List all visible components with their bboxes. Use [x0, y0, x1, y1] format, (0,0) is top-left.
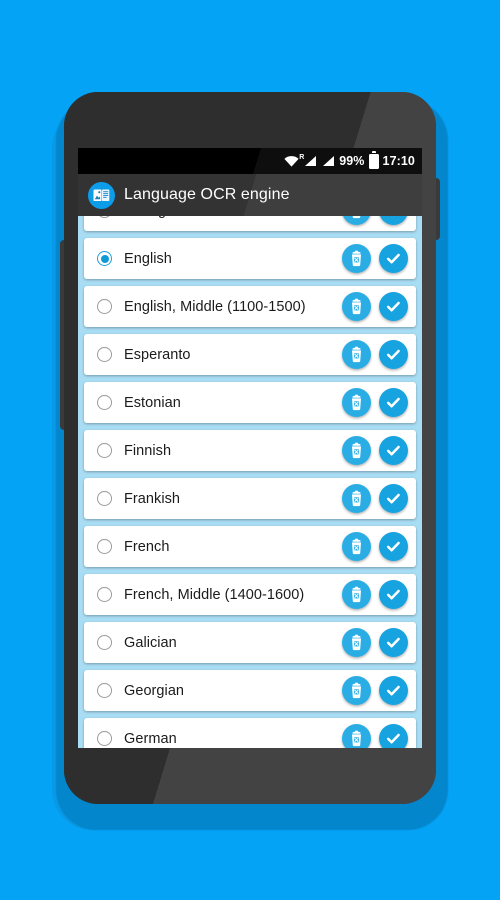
row-actions	[342, 216, 408, 225]
row-actions	[342, 532, 408, 561]
check-confirm-icon[interactable]	[379, 340, 408, 369]
check-confirm-icon[interactable]	[379, 216, 408, 225]
language-ocr-app-icon[interactable]	[88, 181, 115, 209]
status-bar: R 99% 17:10	[78, 148, 422, 174]
language-list[interactable]: Dzongkha English English, Middle (1100-150…	[78, 216, 422, 748]
row-actions	[342, 484, 408, 513]
row-actions	[342, 388, 408, 417]
battery-percent-label: 99%	[339, 154, 365, 168]
check-confirm-icon[interactable]	[379, 628, 408, 657]
row-actions	[342, 436, 408, 465]
language-name-label: French, Middle (1400-1600)	[124, 586, 305, 603]
check-confirm-icon[interactable]	[379, 532, 408, 561]
radio-button[interactable]	[97, 395, 112, 410]
language-name-label: Dzongkha	[124, 216, 342, 219]
phone-device-frame: R 99% 17:10 Language OCR engine English …	[64, 92, 436, 804]
trash-delete-icon[interactable]	[342, 676, 371, 705]
radio-button[interactable]	[97, 491, 112, 506]
language-row[interactable]: Finnish	[84, 430, 416, 471]
check-confirm-icon[interactable]	[379, 388, 408, 417]
radio-button[interactable]	[97, 635, 112, 650]
trash-delete-icon[interactable]	[342, 484, 371, 513]
radio-button-selected[interactable]	[97, 251, 112, 266]
radio-button[interactable]	[97, 299, 112, 314]
row-actions	[342, 340, 408, 369]
row-actions	[342, 292, 408, 321]
language-name-label: Finnish	[124, 442, 172, 459]
check-confirm-icon[interactable]	[379, 676, 408, 705]
row-actions	[342, 724, 408, 748]
radio-button[interactable]	[97, 587, 112, 602]
trash-delete-icon[interactable]	[342, 724, 371, 748]
row-actions	[342, 676, 408, 705]
radio-button[interactable]	[97, 683, 112, 698]
check-confirm-icon[interactable]	[379, 484, 408, 513]
language-name-label: Galician	[124, 634, 177, 651]
clock-label: 17:10	[382, 154, 415, 168]
language-row[interactable]: French	[84, 526, 416, 567]
trash-delete-icon[interactable]	[342, 244, 371, 273]
radio-button[interactable]	[97, 216, 112, 218]
language-name-label: Georgian	[124, 682, 185, 699]
check-confirm-icon[interactable]	[379, 436, 408, 465]
wifi-icon	[284, 155, 299, 167]
language-row[interactable]: English, Middle (1100-1500)	[84, 286, 416, 327]
trash-delete-icon[interactable]	[342, 532, 371, 561]
check-confirm-icon[interactable]	[379, 724, 408, 748]
row-actions	[342, 628, 408, 657]
language-row[interactable]: French, Middle (1400-1600)	[84, 574, 416, 615]
phone-screen: R 99% 17:10 Language OCR engine English …	[78, 148, 422, 748]
check-confirm-icon[interactable]	[379, 580, 408, 609]
language-name-label: German	[124, 730, 177, 747]
language-row[interactable]: Frankish	[84, 478, 416, 519]
language-row[interactable]: English	[84, 238, 416, 279]
language-name-label: Frankish	[124, 490, 180, 507]
language-name-label: English, Middle (1100-1500)	[124, 298, 306, 315]
trash-delete-icon[interactable]	[342, 580, 371, 609]
radio-button[interactable]	[97, 443, 112, 458]
trash-delete-icon[interactable]	[342, 436, 371, 465]
radio-button[interactable]	[97, 731, 112, 746]
radio-button[interactable]	[97, 539, 112, 554]
page-title: Language OCR engine	[124, 186, 290, 203]
language-list-scroll-container: Dzongkha English English, Middle (1100-150…	[84, 216, 416, 748]
language-name-label: English	[124, 250, 172, 267]
battery-full-icon	[368, 151, 379, 169]
language-name-label: Estonian	[124, 394, 181, 411]
trash-delete-icon[interactable]	[342, 340, 371, 369]
action-bar: Language OCR engine	[78, 174, 422, 216]
language-row[interactable]: German	[84, 718, 416, 748]
language-name-label: Esperanto	[124, 346, 191, 363]
row-actions	[342, 580, 408, 609]
language-name-label: French	[124, 538, 170, 555]
trash-delete-icon[interactable]	[342, 388, 371, 417]
trash-delete-icon[interactable]	[342, 628, 371, 657]
trash-delete-icon[interactable]	[342, 216, 371, 225]
row-actions	[342, 244, 408, 273]
language-row[interactable]: Estonian	[84, 382, 416, 423]
language-row[interactable]: Esperanto	[84, 334, 416, 375]
check-confirm-icon[interactable]	[379, 244, 408, 273]
language-row[interactable]: Georgian	[84, 670, 416, 711]
signal-roaming-icon: R	[299, 154, 317, 167]
language-row[interactable]: Galician	[84, 622, 416, 663]
radio-button[interactable]	[97, 347, 112, 362]
roaming-label: R	[299, 154, 305, 161]
trash-delete-icon[interactable]	[342, 292, 371, 321]
language-row[interactable]: Dzongkha	[84, 216, 416, 231]
check-confirm-icon[interactable]	[379, 292, 408, 321]
signal-icon	[321, 155, 335, 167]
